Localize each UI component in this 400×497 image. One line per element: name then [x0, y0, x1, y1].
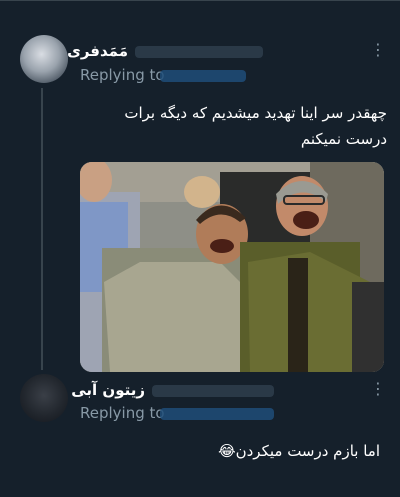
tweet-text: اما بازم درست میکردن😂 [218, 442, 380, 460]
tweet-media-image[interactable] [80, 162, 384, 372]
avatar[interactable] [20, 374, 68, 422]
handle-redacted [152, 385, 274, 397]
more-options-icon[interactable]: ⋮ [370, 42, 386, 58]
laughing-men-photo-icon [80, 162, 384, 372]
thread-connector-line [41, 88, 43, 370]
replying-to-label: Replying to [80, 404, 165, 422]
display-name[interactable]: مَمَدفری [67, 42, 128, 60]
divider [0, 0, 400, 1]
replying-handle-redacted[interactable] [160, 70, 246, 82]
display-name[interactable]: زیتون آبی [71, 381, 145, 399]
avatar[interactable] [20, 35, 68, 83]
handle-redacted [135, 46, 263, 58]
more-options-icon[interactable]: ⋮ [370, 381, 386, 397]
tweet-text: چهقدر سر اینا تهدید میشدیم که دیگه برات … [124, 104, 387, 148]
replying-to-label: Replying to [80, 66, 165, 84]
replying-handle-redacted[interactable] [160, 408, 274, 420]
